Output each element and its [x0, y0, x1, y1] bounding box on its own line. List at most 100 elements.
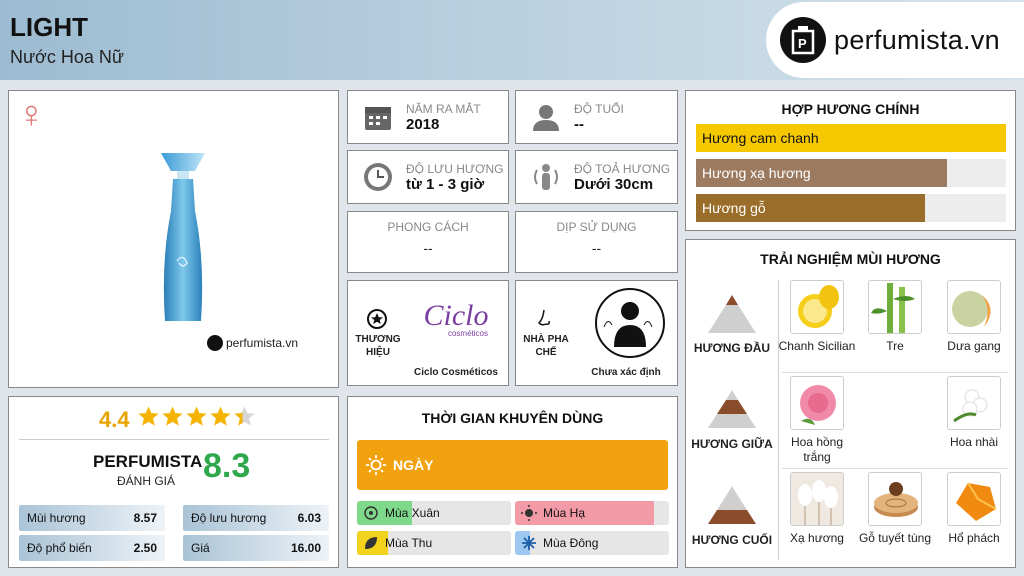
age-value: -- — [574, 115, 584, 133]
sillage-icon — [530, 161, 562, 193]
perfumer-avatar — [594, 287, 666, 364]
middle-notes-label: HƯƠNG GIỮA — [691, 437, 773, 451]
season-label: Mùa Thu — [385, 536, 433, 550]
big-score: 8.3 — [203, 447, 251, 485]
rating-item-label: Độ phổ biến — [27, 541, 92, 555]
style-label: PHONG CÁCH — [387, 220, 469, 234]
watermark: perfumista.vn — [207, 335, 298, 351]
style-value: -- — [423, 240, 433, 256]
rating-score: 4.4 — [99, 407, 130, 432]
day-bar: NGÀY — [357, 440, 668, 490]
style-card: PHONG CÁCH -- — [347, 211, 509, 273]
top-notes-label: HƯƠNG ĐẦU — [693, 341, 771, 355]
amber-note-name: Hổ phách — [948, 531, 1000, 545]
melon-note-name: Dưa gang — [947, 339, 1001, 353]
rating-card: 4.4 PERFUMISTA ĐÁNH GIÁ 8.3 Mùi hương 8.5… — [8, 396, 339, 568]
brand-logo-image: Ciclo cosméticos — [406, 287, 506, 361]
time-use-card: THỜI GIAN KHUYÊN DÙNG NGÀY Mùa Xuân Mùa H… — [347, 396, 678, 568]
musk-note-name: Xạ hương — [790, 531, 844, 545]
rating-star-icon — [137, 405, 160, 433]
season-item: Mùa Xuân — [357, 501, 511, 525]
rating-star-icon — [209, 405, 232, 433]
brand-logo-subtext: cosméticos — [447, 329, 488, 338]
perfumer-label: NHÀ PHA CHẾ — [523, 334, 569, 358]
perfume-title: LIGHT — [10, 12, 88, 42]
lemon-note-image[interactable] — [790, 280, 844, 334]
flower-icon — [363, 505, 379, 521]
rating-label: ĐÁNH GIÁ — [117, 474, 176, 488]
sillage-label: ĐỘ TOẢ HƯƠNG — [574, 161, 671, 176]
perfume-bottle-image — [161, 153, 205, 321]
accord-row: Hương gỗ — [696, 194, 1006, 222]
season-item: Mùa Đông — [515, 531, 669, 555]
occasion-value: -- — [591, 240, 602, 256]
notes-title: TRẢI NGHIỆM MÙI HƯƠNG — [760, 251, 941, 267]
season-label: Mùa Hạ — [543, 506, 586, 520]
brand-name: perfumista.vn — [834, 24, 1000, 55]
musk-note-image[interactable] — [790, 472, 844, 526]
star-badge-icon — [367, 309, 387, 334]
sun-icon — [521, 505, 537, 521]
rating-item: Độ phổ biến 2.50 — [19, 535, 165, 561]
longevity-label: ĐỘ LƯU HƯƠNG — [406, 161, 504, 176]
sun-icon — [366, 455, 386, 480]
perfume-subtitle: Nước Hoa Nữ — [10, 47, 124, 67]
user-icon — [530, 101, 562, 133]
clock-icon — [362, 161, 394, 193]
perfumer-card[interactable]: NHÀ PHA CHẾ Chưa xác định — [515, 280, 678, 386]
rating-item-value: 16.00 — [290, 541, 321, 555]
rating-item-value: 2.50 — [133, 541, 157, 555]
season-item: Mùa Hạ — [515, 501, 669, 525]
base-notes-pyramid-icon — [708, 486, 756, 529]
perfumer-name: Chưa xác định — [591, 367, 661, 378]
year-label: NĂM RA MẮT — [406, 101, 481, 116]
svg-text:P: P — [798, 36, 807, 51]
season-label: Mùa Xuân — [385, 506, 440, 520]
amber-note-image[interactable] — [947, 472, 1001, 526]
jasmine-note-name: Hoa nhài — [949, 435, 999, 449]
brand-logo[interactable]: P perfumista.vn — [766, 2, 1024, 78]
top-notes-pyramid-icon — [708, 295, 756, 338]
header: LIGHT Nước Hoa Nữ P perfumista.vn — [0, 0, 1024, 80]
rating-star-icon — [161, 405, 184, 433]
leaf-icon — [363, 535, 379, 551]
perfumista-label: PERFUMISTA — [93, 452, 203, 471]
accord-row: Hương xạ hương — [696, 159, 1006, 187]
accord-label: Hương xạ hương — [702, 165, 811, 181]
melon-note-image[interactable] — [947, 280, 1001, 334]
year-value: 2018 — [406, 115, 440, 133]
calendar-icon — [362, 101, 394, 133]
brand-name: Ciclo Cosméticos — [414, 367, 498, 378]
bamboo-note-image[interactable] — [868, 280, 922, 334]
nose-icon — [536, 309, 554, 334]
rating-star-icon — [185, 405, 208, 433]
accord-label: Hương cam chanh — [702, 130, 819, 146]
rating-item-value: 8.57 — [133, 511, 157, 525]
snowflake-icon — [521, 535, 537, 551]
day-label: NGÀY — [393, 457, 434, 473]
brand-logo-text: Ciclo — [423, 299, 489, 332]
notes-divider — [778, 280, 779, 560]
accord-row: Hương cam chanh — [696, 124, 1006, 152]
brand-card[interactable]: THƯƠNG HIỆU Ciclo cosméticos Ciclo Cosmé… — [347, 280, 509, 386]
rating-item-label: Giá — [191, 541, 210, 555]
watermark-icon — [207, 335, 223, 351]
cedarwood-note-name: Gỗ tuyết tùng — [858, 531, 932, 545]
female-gender-icon: ♀ — [17, 94, 46, 136]
rose-note-image[interactable] — [790, 376, 844, 430]
rating-star-icon — [233, 405, 256, 433]
rating-item: Giá 16.00 — [183, 535, 329, 561]
longevity-value: từ 1 - 3 giờ — [406, 175, 485, 193]
divider — [19, 439, 329, 440]
rating-item-label: Độ lưu hương — [191, 511, 267, 525]
cedarwood-note-image[interactable] — [868, 472, 922, 526]
jasmine-note-image[interactable] — [947, 376, 1001, 430]
rating-stars — [137, 405, 257, 433]
accord-label: Hương gỗ — [702, 200, 766, 216]
rating-item: Mùi hương 8.57 — [19, 505, 165, 531]
accords-card: HỢP HƯƠNG CHÍNH Hương cam chanh Hương xạ … — [685, 90, 1016, 231]
age-label: ĐỘ TUỔI — [574, 101, 624, 116]
perfumista-logo-icon: P — [780, 17, 826, 63]
accords-title: HỢP HƯƠNG CHÍNH — [781, 101, 920, 117]
lemon-note-name: Chanh Sicilian — [778, 339, 856, 353]
